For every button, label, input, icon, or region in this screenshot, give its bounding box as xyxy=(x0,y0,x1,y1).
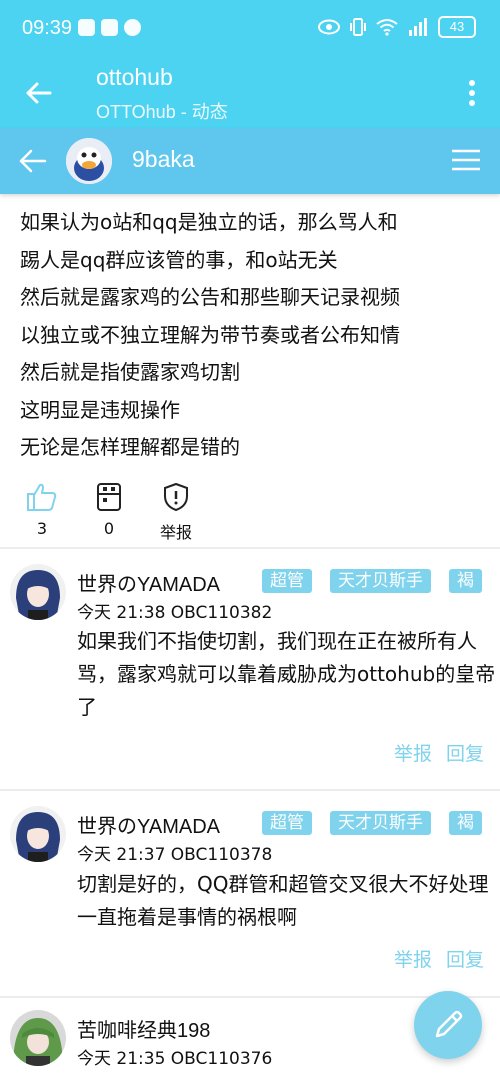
bookmark-box-icon xyxy=(97,483,121,511)
comment-item: 世界のYAMADA 超管 天才贝斯手 褐 今天 21:37 OBC110378 … xyxy=(0,791,500,996)
comment-author[interactable]: 世界のYAMADA xyxy=(77,568,220,597)
back-arrow-icon[interactable] xyxy=(16,144,50,178)
post-actions: 3 0 举报 xyxy=(0,482,500,542)
app-subtitle: OTTOhub - 动态 xyxy=(96,102,228,122)
reply-link[interactable]: 回复 xyxy=(446,739,484,766)
comment-tags: 超管 天才贝斯手 褐 xyxy=(262,811,482,835)
menu-icon[interactable] xyxy=(450,148,482,172)
user-header-bar: 9baka xyxy=(0,128,500,194)
like-button[interactable]: 3 xyxy=(17,482,67,538)
pencil-icon xyxy=(435,1010,463,1038)
comment-meta: 今天 21:37 OBC110378 xyxy=(77,845,273,865)
comment-item: 世界のYAMADA 超管 天才贝斯手 褐 今天 21:38 OBC110382 … xyxy=(0,549,500,789)
comment-text: 切割是好的，QQ群管和超管交叉很大不好处理一直拖着是事情的祸根啊 xyxy=(77,872,489,929)
shield-alert-icon xyxy=(164,482,188,512)
post-text-line: 然后就是露家鸡的公告和那些聊天记录视频 xyxy=(20,285,400,309)
post-text-line: 这明显是违规操作 xyxy=(20,397,180,422)
status-system-icons: 43 xyxy=(318,16,476,38)
comment-meta: 今天 21:35 OBC110376 xyxy=(77,1049,273,1069)
post-text-line: 然后就是指使露家鸡切割 xyxy=(20,360,240,384)
extra-badge: 褐 xyxy=(449,811,482,835)
comment-meta: 今天 21:38 OBC110382 xyxy=(77,603,273,623)
comment-tags: 超管 天才贝斯手 褐 xyxy=(262,569,482,593)
eye-icon xyxy=(318,19,340,35)
vibrate-icon xyxy=(350,18,366,36)
post-text-line: 无论是怎样理解都是错的 xyxy=(20,435,240,459)
favorite-button[interactable]: 0 xyxy=(84,482,134,538)
post-content: 如果认为o站和qq是独立的话，那么骂人和 踢人是qq群应该管的事，和o站无关 然… xyxy=(20,204,490,467)
report-label: 举报 xyxy=(159,523,192,542)
wifi-icon xyxy=(376,19,398,36)
more-vertical-icon[interactable] xyxy=(466,78,478,108)
favorite-count: 0 xyxy=(103,519,115,538)
signal-icon xyxy=(409,18,427,36)
app-bar: ottohub OTTOhub - 动态 xyxy=(0,58,500,128)
title-badge: 天才贝斯手 xyxy=(330,811,431,835)
extra-badge: 褐 xyxy=(449,569,482,593)
comment-author[interactable]: 苦咖啡经典198 xyxy=(77,1014,210,1043)
status-time: 09:39 xyxy=(22,17,73,39)
status-bar: 09:39 43 xyxy=(0,0,500,58)
report-button[interactable]: 举报 xyxy=(151,482,201,543)
battery-icon: 43 xyxy=(438,16,476,38)
comment-text: 如果我们不指使切割，我们现在正在被所有人骂，露家鸡就可以靠着威胁成为ottohu… xyxy=(77,629,496,719)
comment-avatar[interactable] xyxy=(10,806,66,862)
user-avatar[interactable] xyxy=(66,138,112,184)
user-name[interactable]: 9baka xyxy=(132,146,195,173)
post-text-line: 如果认为o站和qq是独立的话，那么骂人和 xyxy=(20,210,398,234)
comment-actions: 举报 回复 xyxy=(394,739,484,766)
role-badge: 超管 xyxy=(262,569,312,593)
back-arrow-icon[interactable] xyxy=(22,76,56,110)
role-badge: 超管 xyxy=(262,811,312,835)
post-text-line: 以独立或不独立理解为带节奏或者公布知情 xyxy=(20,322,400,347)
post-text-line: 踢人是qq群应该管的事，和o站无关 xyxy=(20,247,338,272)
comment-actions: 举报 回复 xyxy=(394,945,484,972)
report-link[interactable]: 举报 xyxy=(394,945,432,972)
thumbs-up-icon xyxy=(27,483,57,511)
notification-app-icon xyxy=(101,19,118,36)
comment-avatar[interactable] xyxy=(10,1010,66,1066)
comment-author[interactable]: 世界のYAMADA xyxy=(77,810,220,839)
title-badge: 天才贝斯手 xyxy=(330,569,431,593)
app-title: ottohub xyxy=(96,64,173,90)
compose-fab-button[interactable] xyxy=(414,991,482,1059)
status-notification-icons xyxy=(78,19,141,36)
notification-app-icon xyxy=(78,19,95,36)
reply-link[interactable]: 回复 xyxy=(446,945,484,972)
comment-avatar[interactable] xyxy=(10,564,66,620)
notification-app-icon xyxy=(124,19,141,36)
like-count: 3 xyxy=(36,519,48,538)
report-link[interactable]: 举报 xyxy=(394,739,432,766)
